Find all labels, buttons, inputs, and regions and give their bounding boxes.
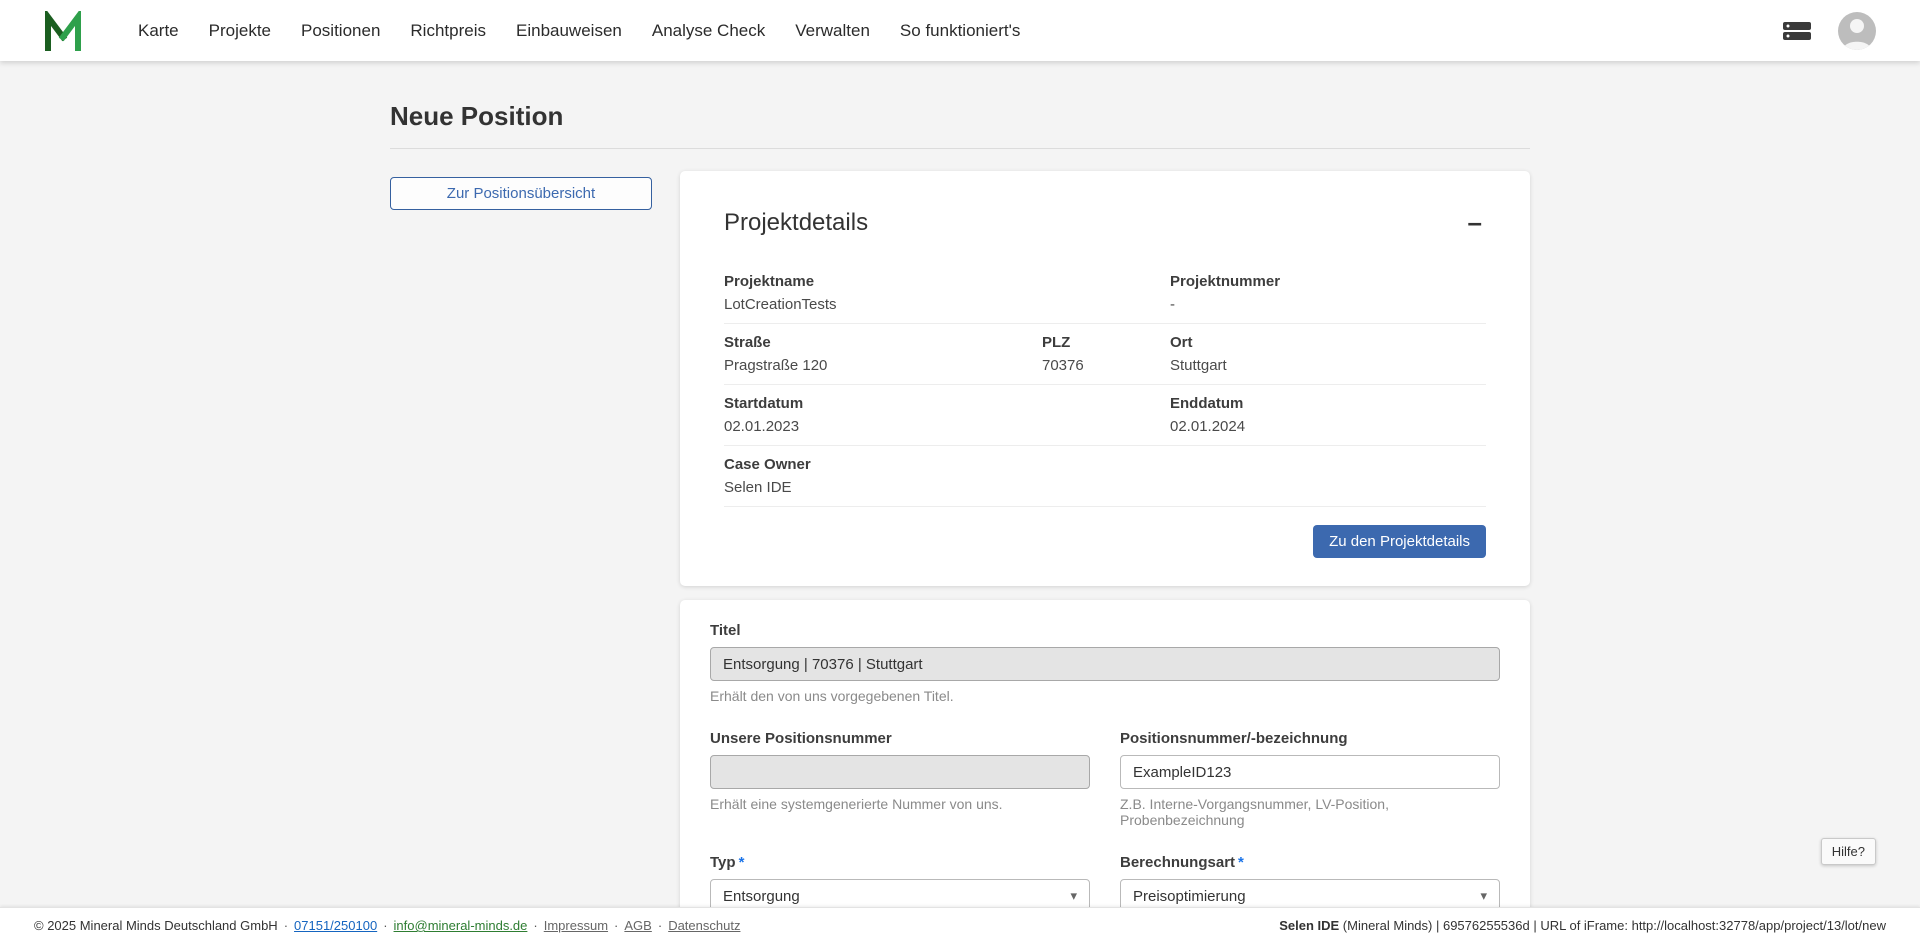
- nav-item-positionen[interactable]: Positionen: [301, 21, 380, 41]
- footer-user: Selen IDE: [1279, 918, 1339, 933]
- typ-label: Typ*: [710, 854, 1090, 871]
- left-column: Zur Positionsübersicht: [390, 171, 652, 210]
- project-details-link-button[interactable]: Zu den Projektdetails: [1313, 525, 1486, 558]
- collapse-button[interactable]: –: [1464, 209, 1486, 235]
- typ-group: Typ* Entsorgung ▾ Wählen Sie hier die Ar…: [710, 854, 1090, 907]
- field-ort: Ort Stuttgart: [1170, 333, 1486, 375]
- unsere-positionsnummer-input: [710, 755, 1090, 789]
- footer-email-link[interactable]: info@mineral-minds.de: [394, 918, 528, 933]
- footer-session-detail: (Mineral Minds) | 69576255536d | URL of …: [1339, 918, 1886, 933]
- project-details-title: Projektdetails: [724, 209, 868, 237]
- main-content: Neue Position Zur Positionsübersicht Pro…: [0, 61, 1920, 907]
- field-strasse: Straße Pragstraße 120: [724, 333, 1042, 375]
- project-details-card: Projektdetails – Projektname LotCreation…: [680, 171, 1530, 586]
- nav-item-analyse-check[interactable]: Analyse Check: [652, 21, 765, 41]
- title-divider: [390, 148, 1530, 149]
- main-navigation: Karte Projekte Positionen Richtpreis Ein…: [138, 21, 1020, 41]
- unsere-positionsnummer-group: Unsere Positionsnummer Erhält eine syste…: [710, 730, 1090, 828]
- new-position-form-card: Titel Erhält den von uns vorgegebenen Ti…: [680, 600, 1530, 907]
- berechnungsart-group: Berechnungsart* Preisoptimierung ▾ Wähle…: [1120, 854, 1500, 907]
- positionsnummer-helper: Z.B. Interne-Vorgangsnummer, LV-Position…: [1120, 796, 1500, 828]
- footer-agb-link[interactable]: AGB: [624, 918, 651, 933]
- required-asterisk: *: [1238, 854, 1244, 871]
- user-avatar[interactable]: [1838, 12, 1876, 50]
- page-title: Neue Position: [390, 101, 1530, 132]
- footer-separator: ·: [383, 918, 387, 933]
- help-button[interactable]: Hilfe?: [1821, 838, 1876, 865]
- field-plz: PLZ 70376: [1042, 333, 1170, 375]
- footer-impressum-link[interactable]: Impressum: [544, 918, 608, 933]
- unsere-positionsnummer-label: Unsere Positionsnummer: [710, 730, 1090, 747]
- navbar-right: [1782, 12, 1876, 50]
- field-enddatum: Enddatum 02.01.2024: [1170, 394, 1486, 436]
- mineral-minds-logo[interactable]: [44, 11, 82, 51]
- required-asterisk: *: [739, 854, 745, 871]
- project-row-2: Straße Pragstraße 120 PLZ 70376 Ort Stut…: [724, 324, 1486, 385]
- nav-item-verwalten[interactable]: Verwalten: [795, 21, 870, 41]
- right-column: Projektdetails – Projektname LotCreation…: [680, 171, 1530, 907]
- berechnungsart-select[interactable]: Preisoptimierung ▾: [1120, 879, 1500, 907]
- field-projektname: Projektname LotCreationTests: [724, 272, 1170, 314]
- footer-separator: ·: [284, 918, 288, 933]
- unsere-positionsnummer-helper: Erhält eine systemgenerierte Nummer von …: [710, 796, 1090, 812]
- project-row-3: Startdatum 02.01.2023 Enddatum 02.01.202…: [724, 385, 1486, 446]
- project-row-4: Case Owner Selen IDE: [724, 446, 1486, 507]
- typ-select[interactable]: Entsorgung ▾: [710, 879, 1090, 907]
- footer-copyright: © 2025 Mineral Minds Deutschland GmbH: [34, 918, 278, 933]
- titel-field-group: Titel Erhält den von uns vorgegebenen Ti…: [710, 622, 1500, 704]
- titel-helper: Erhält den von uns vorgegebenen Titel.: [710, 688, 1500, 704]
- nav-item-karte[interactable]: Karte: [138, 21, 179, 41]
- person-icon: [1838, 12, 1876, 50]
- project-row-1: Projektname LotCreationTests Projektnumm…: [724, 263, 1486, 324]
- server-icon[interactable]: [1782, 20, 1812, 42]
- footer-separator: ·: [533, 918, 537, 933]
- project-details-fields: Projektname LotCreationTests Projektnumm…: [724, 263, 1486, 507]
- footer-separator: ·: [658, 918, 662, 933]
- footer-session-info: Selen IDE (Mineral Minds) | 69576255536d…: [1279, 918, 1886, 933]
- positionsnummer-label: Positionsnummer/-bezeichnung: [1120, 730, 1500, 747]
- chevron-down-icon: ▾: [1070, 888, 1077, 904]
- field-startdatum: Startdatum 02.01.2023: [724, 394, 1170, 436]
- back-to-positions-button[interactable]: Zur Positionsübersicht: [390, 177, 652, 210]
- nav-item-so-funktionierts[interactable]: So funktioniert's: [900, 21, 1020, 41]
- top-navbar: Karte Projekte Positionen Richtpreis Ein…: [0, 0, 1920, 61]
- positionsnummer-input[interactable]: [1120, 755, 1500, 789]
- field-case-owner: Case Owner Selen IDE: [724, 455, 1486, 497]
- footer-datenschutz-link[interactable]: Datenschutz: [668, 918, 740, 933]
- field-projektnummer: Projektnummer -: [1170, 272, 1486, 314]
- berechnungsart-label: Berechnungsart*: [1120, 854, 1500, 871]
- footer-separator: ·: [614, 918, 618, 933]
- titel-input: [710, 647, 1500, 681]
- positionsnummer-group: Positionsnummer/-bezeichnung Z.B. Intern…: [1120, 730, 1500, 828]
- nav-item-projekte[interactable]: Projekte: [209, 21, 271, 41]
- nav-item-richtpreis[interactable]: Richtpreis: [410, 21, 486, 41]
- footer-phone-link[interactable]: 07151/250100: [294, 918, 377, 933]
- footer-left: © 2025 Mineral Minds Deutschland GmbH · …: [34, 918, 740, 933]
- titel-label: Titel: [710, 622, 1500, 639]
- footer: © 2025 Mineral Minds Deutschland GmbH · …: [0, 907, 1920, 943]
- nav-item-einbauweisen[interactable]: Einbauweisen: [516, 21, 622, 41]
- logo-icon: [44, 11, 82, 51]
- chevron-down-icon: ▾: [1480, 888, 1487, 904]
